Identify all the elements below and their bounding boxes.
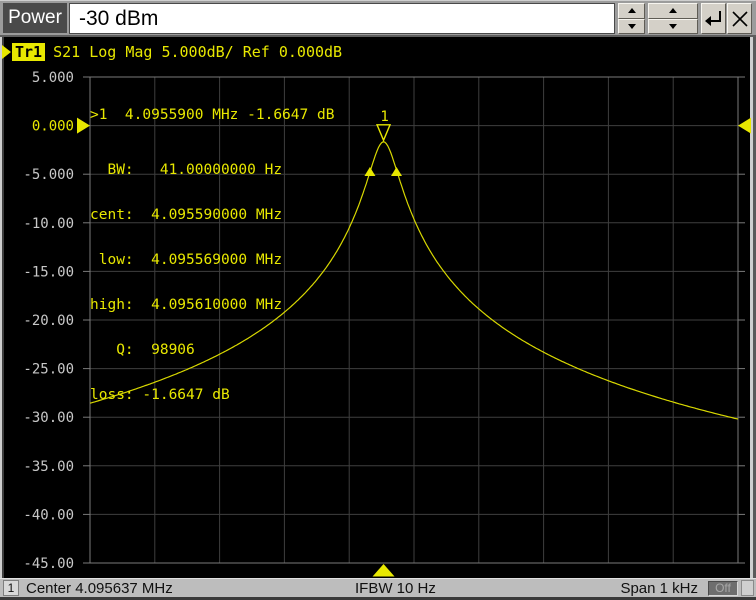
- bw-marker-low-icon: [364, 167, 375, 176]
- span-text: Span 1 kHz: [620, 580, 698, 597]
- marker-1-symbol: [377, 125, 390, 141]
- fine-step-spinner: [618, 3, 645, 34]
- y-axis-tick-label: -25.00: [23, 362, 74, 378]
- y-axis-tick-label: -20.00: [23, 313, 74, 329]
- step-up-large-button[interactable]: [648, 3, 698, 19]
- marker-readout-cent: cent: 4.095590000 MHz: [90, 208, 334, 223]
- trace-name-badge[interactable]: Tr1: [12, 43, 45, 61]
- y-axis-tick-label: -5.000: [23, 167, 74, 183]
- marker-readout-header: >1 4.0955900 MHz -1.6647 dB: [90, 108, 334, 123]
- power-value: -30 dBm: [79, 7, 158, 30]
- power-value-field[interactable]: -30 dBm: [69, 3, 615, 34]
- y-axis-tick-label: -45.00: [23, 556, 74, 572]
- marker-readout-q: Q: 98906: [90, 343, 334, 358]
- step-up-small-button[interactable]: [618, 3, 645, 19]
- ref-level-right-icon: [738, 118, 751, 134]
- return-arrow-icon: [704, 8, 724, 30]
- y-axis-tick-label: -10.00: [23, 216, 74, 232]
- channel-indicator: 1: [3, 580, 19, 596]
- marker-readout: >1 4.0955900 MHz -1.6647 dB BW: 41.00000…: [90, 78, 334, 433]
- marker-readout-loss: loss: -1.6647 dB: [90, 388, 334, 403]
- power-label: Power: [3, 3, 67, 33]
- center-frequency-text: Center 4.095637 MHz: [26, 580, 173, 597]
- arrow-up-icon: [628, 8, 636, 13]
- y-axis-tick-label: -40.00: [23, 507, 74, 523]
- marker-readout-low: low: 4.095569000 MHz: [90, 253, 334, 268]
- status-bar-grip: [741, 580, 754, 596]
- y-axis-tick-label: -15.00: [23, 264, 74, 280]
- ifbw-text: IFBW 10 Hz: [355, 580, 436, 597]
- enter-button[interactable]: [701, 3, 726, 34]
- stimulus-marker-icon: [373, 564, 395, 577]
- marker-readout-bw: BW: 41.00000000 Hz: [90, 163, 334, 178]
- marker-1-label: 1: [380, 109, 388, 125]
- arrow-down-icon: [628, 24, 636, 29]
- arrow-up-icon: [669, 8, 677, 13]
- trace-status-line: Tr1 S21 Log Mag 5.000dB/ Ref 0.000dB: [0, 43, 342, 61]
- y-axis-tick-label: -35.00: [23, 459, 74, 475]
- close-button[interactable]: [727, 3, 752, 34]
- step-down-small-button[interactable]: [618, 19, 645, 35]
- y-axis-tick-label: 5.000: [32, 70, 74, 86]
- ref-level-left-icon: [77, 118, 90, 134]
- y-axis-tick-label: -30.00: [23, 410, 74, 426]
- bw-marker-high-icon: [391, 167, 402, 176]
- active-trace-arrow-icon: [2, 45, 11, 59]
- marker-readout-high: high: 4.095610000 MHz: [90, 298, 334, 313]
- trace-format-text: S21 Log Mag 5.000dB/ Ref 0.000dB: [53, 43, 342, 61]
- close-icon: [731, 10, 749, 28]
- vna-screen: Power -30 dBm Tr1: [0, 0, 756, 600]
- arrow-down-icon: [669, 24, 677, 29]
- status-bar: 1 Center 4.095637 MHz IFBW 10 Hz Span 1 …: [0, 578, 756, 597]
- coarse-step-spinner: [648, 3, 698, 34]
- y-axis-tick-label: 0.000: [32, 119, 74, 135]
- power-entry-bar: Power -30 dBm: [0, 0, 756, 37]
- step-down-large-button[interactable]: [648, 19, 698, 35]
- averaging-off-badge: Off: [708, 581, 738, 596]
